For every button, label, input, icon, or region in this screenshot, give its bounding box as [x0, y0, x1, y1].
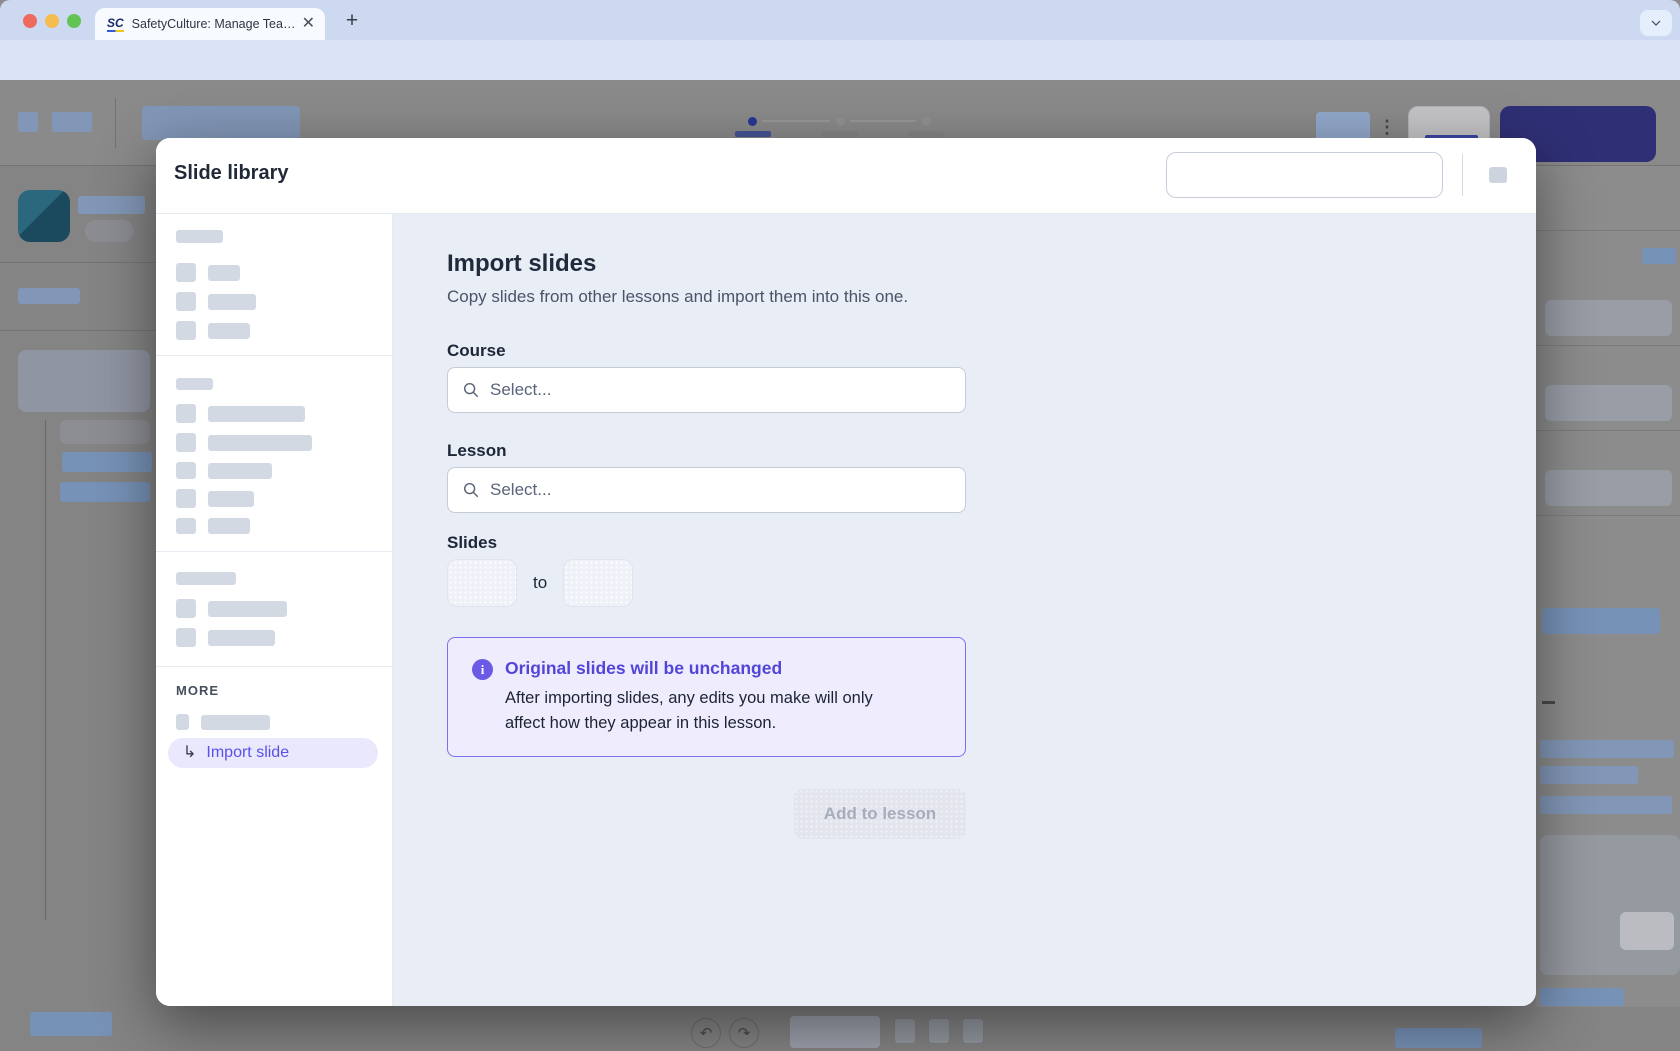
skeleton-row [176, 489, 392, 508]
tab-close-icon[interactable]: ✕ [302, 16, 315, 32]
search-icon [463, 382, 479, 398]
header-divider [1462, 154, 1463, 196]
course-select[interactable]: Select... [447, 367, 966, 413]
tab-title: SafetyCulture: Manage Teams and... [131, 17, 296, 31]
skeleton-bar [176, 230, 223, 243]
skeleton-row [176, 433, 392, 452]
sidebar-divider [156, 551, 392, 552]
slides-label: Slides [447, 533, 498, 552]
lesson-sidebar: MORE ↳ Import slide [156, 214, 393, 1006]
safetyculture-favicon: SC [107, 15, 124, 32]
slides-to-input[interactable] [563, 559, 634, 607]
course-label: Course [447, 341, 506, 360]
info-banner-title: Original slides will be unchanged [505, 658, 783, 678]
import-slide-label: Import slide [206, 744, 290, 761]
close-window-button[interactable] [23, 14, 37, 28]
slides-to-label: to [533, 573, 548, 592]
slides-from-input[interactable] [447, 559, 517, 607]
library-search-input[interactable] [1166, 152, 1443, 198]
modal-header: Slide library [156, 138, 1536, 214]
skeleton-row [176, 404, 392, 423]
sidebar-item-import-slide[interactable]: ↳ Import slide [168, 738, 378, 768]
modal-title: Slide library [174, 162, 289, 184]
page-subtitle: Copy slides from other lessons and impor… [447, 287, 909, 306]
tab-search-button[interactable] [1640, 10, 1672, 36]
sidebar-divider [156, 355, 392, 356]
skeleton-bar [176, 378, 213, 390]
skeleton-row [176, 321, 392, 340]
info-icon: i [472, 659, 493, 680]
zoom-window-button[interactable] [67, 14, 81, 28]
slide-library-modal: Slide library MORE ↳ Import slide Import… [156, 138, 1536, 1006]
skeleton-row [176, 628, 392, 647]
skeleton-bar [176, 572, 236, 585]
expand-button[interactable] [1489, 167, 1507, 183]
skeleton-row [176, 599, 392, 618]
lesson-select[interactable]: Select... [447, 467, 966, 513]
minimize-window-button[interactable] [45, 14, 59, 28]
lesson-label: Lesson [447, 441, 507, 460]
browser-window: SC SafetyCulture: Manage Teams and... ✕ … [0, 0, 1680, 1051]
modal-body: MORE ↳ Import slide Import slides Copy s… [156, 214, 1536, 1006]
info-banner: i Original slides will be unchanged Afte… [447, 637, 966, 757]
skeleton-row [176, 292, 392, 311]
skeleton-row [176, 462, 392, 479]
browser-toolbar [0, 40, 1680, 117]
slides-range-row: to [447, 559, 966, 607]
chevron-down-icon [1651, 20, 1661, 26]
tab-strip: SC SafetyCulture: Manage Teams and... ✕ … [0, 0, 1680, 40]
info-banner-body: After importing slides, any edits you ma… [505, 689, 873, 732]
import-slides-panel: Import slides Copy slides from other les… [393, 214, 1536, 1006]
course-select-placeholder: Select... [490, 380, 552, 399]
add-to-lesson-button[interactable]: Add to lesson [794, 789, 966, 839]
browser-tab[interactable]: SC SafetyCulture: Manage Teams and... ✕ [95, 8, 325, 40]
return-arrow-icon: ↳ [183, 744, 197, 761]
page-title: Import slides [447, 250, 597, 277]
sidebar-divider [156, 666, 392, 667]
skeleton-row [176, 714, 392, 730]
more-section-label: MORE [176, 683, 219, 698]
new-tab-button[interactable]: + [338, 8, 366, 36]
lesson-select-placeholder: Select... [490, 480, 552, 499]
skeleton-row [176, 518, 392, 534]
skeleton-row [176, 263, 392, 282]
search-icon [463, 482, 479, 498]
